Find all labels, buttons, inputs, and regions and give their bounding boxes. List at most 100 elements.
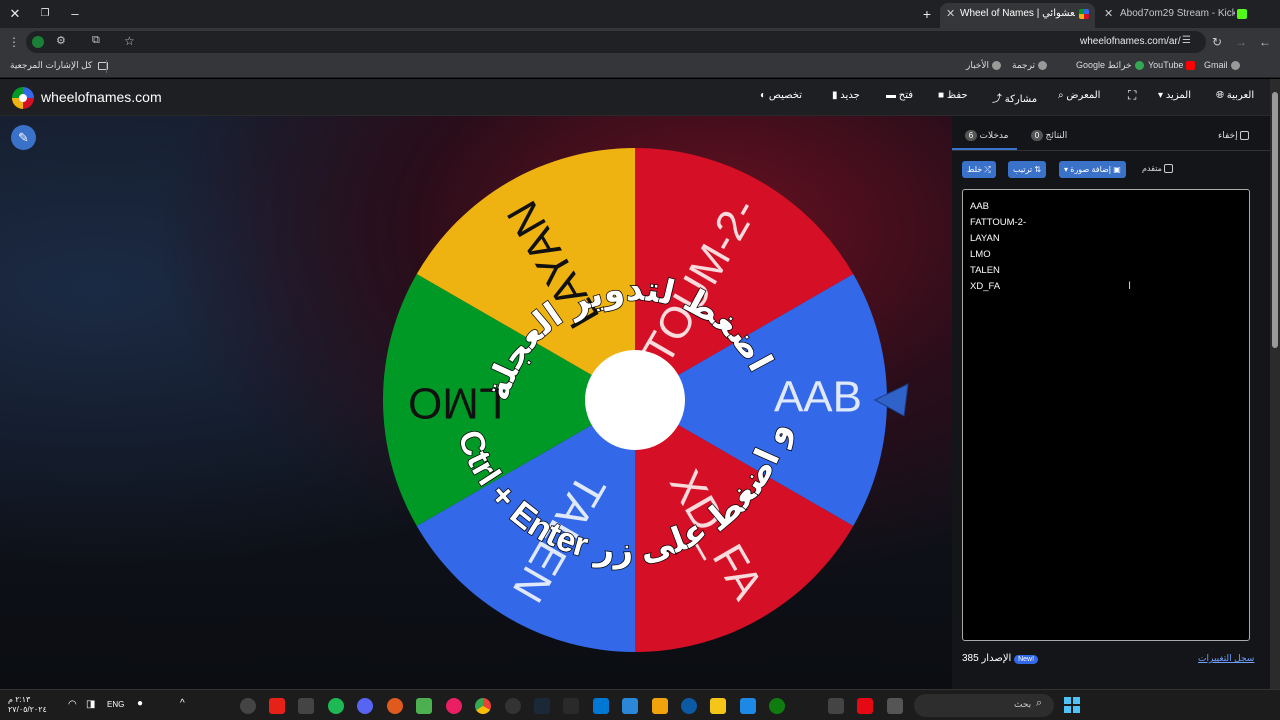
app-icon[interactable] — [740, 698, 756, 714]
share-label: مشاركة — [1004, 94, 1038, 105]
shuffle-button[interactable]: خلط ⤮ — [962, 161, 996, 178]
app-icon[interactable] — [387, 698, 403, 714]
tab-kick-stream[interactable]: ✕ Abod7om29 Stream - Kick Das — [1098, 3, 1253, 28]
browser-title-bar: ✕ ❐ – + ✕ Wheel of Names | مُسم العشوائي… — [0, 0, 1280, 28]
address-bar[interactable]: ⚙ ⧉ ☆ wheelofnames.com/ar/ ☰ — [26, 31, 1206, 53]
windows-taskbar: ٢:١٣ م ٢٧/٠٥/٢٠٢٤ ◠ ◨ ENG ● ^ بحث ⌕ — [0, 689, 1280, 720]
customize-button[interactable]: ◐ تخصيص — [760, 90, 802, 101]
bookmark-google-maps[interactable]: Google خرائط — [1076, 60, 1147, 71]
bookmark-star-icon[interactable]: ☆ — [124, 34, 135, 48]
app-icon[interactable] — [652, 698, 668, 714]
store-icon[interactable] — [622, 698, 638, 714]
wheel-canvas[interactable]: AABXD_FATALENLMOLAYANFATTOUM-2- اضغط لتد… — [0, 116, 952, 689]
wifi-icon[interactable]: ◠ — [68, 699, 77, 710]
steam-icon[interactable] — [534, 698, 550, 714]
entry-line: LMO — [970, 249, 991, 260]
open-button[interactable]: ▬ فتح — [886, 90, 913, 101]
save-button[interactable]: ■ حفظ — [938, 90, 968, 101]
bookmark-news[interactable]: الأخبار — [966, 60, 1004, 71]
caret-down-icon: ▾ — [1064, 165, 1069, 174]
new-button[interactable]: ▮ جديد — [832, 90, 860, 101]
hide-checkbox[interactable] — [1240, 131, 1250, 141]
reload-icon[interactable]: ↻ — [1207, 32, 1227, 52]
gallery-label: المعرض — [1066, 90, 1101, 101]
logo-wheel-icon[interactable] — [12, 87, 34, 109]
advanced-checkbox[interactable] — [1164, 164, 1174, 174]
app-icon[interactable] — [240, 698, 256, 714]
fullscreen-icon[interactable]: ⛶ — [1128, 88, 1136, 103]
entries-textarea[interactable]: AAB FATTOUM-2- LAYAN LMO TALEN XD_FA I — [962, 189, 1250, 641]
language-menu[interactable]: 🌐︎ العربية — [1216, 90, 1254, 101]
microphone-icon[interactable]: ● — [137, 698, 143, 709]
site-logo-text[interactable]: wheelofnames.com — [41, 89, 162, 105]
site-settings-icon[interactable]: ☰ — [1182, 35, 1191, 46]
app-icon[interactable] — [887, 698, 903, 714]
mail-icon[interactable] — [593, 698, 609, 714]
chevron-up-icon[interactable]: ^ — [180, 698, 185, 709]
new-badge: New! — [1014, 655, 1039, 664]
close-tab-icon[interactable]: ✕ — [1104, 3, 1113, 25]
minimize-window-icon[interactable]: – — [64, 4, 86, 24]
advanced-label: متقدم — [1142, 164, 1162, 173]
version-number: 385 — [962, 653, 979, 664]
version-info: 385 الإصدار New! — [962, 653, 1039, 664]
bookmark-youtube[interactable]: YouTube — [1148, 60, 1198, 71]
clock[interactable]: ٢:١٣ م ٢٧/٠٥/٢٠٢٤ — [8, 695, 47, 715]
share-page-icon[interactable]: ⧉ — [92, 34, 100, 47]
sort-button[interactable]: ترتيب ⇅ — [1008, 161, 1047, 178]
tab-wheel-of-names[interactable]: ✕ Wheel of Names | مُسم العشوائي — [940, 3, 1095, 28]
minecraft-icon[interactable] — [416, 698, 432, 714]
more-menu[interactable]: ▾ المزيد — [1158, 90, 1191, 101]
entries-panel: إخفاء 0 النتائج 6 مدخلات خلط ⤮ ترتيب ⇅ ▾… — [952, 116, 1270, 689]
scrollbar-thumb[interactable] — [1272, 92, 1278, 348]
bookmark-gmail[interactable]: Gmail — [1204, 60, 1243, 71]
gallery-button[interactable]: ⌕ المعرض — [1058, 90, 1100, 101]
sort-label: ترتيب — [1013, 165, 1033, 174]
edge-icon[interactable] — [681, 698, 697, 714]
forward-icon[interactable]: → — [1231, 32, 1251, 52]
close-window-icon[interactable]: ✕ — [4, 4, 26, 24]
menu-dots-icon[interactable]: ⋮ — [4, 32, 24, 52]
wheel-center[interactable] — [585, 350, 685, 450]
extension-icon[interactable] — [32, 36, 44, 48]
speaker-icon[interactable]: ◨ — [86, 699, 95, 710]
xbox-icon[interactable] — [769, 698, 785, 714]
app-icon[interactable] — [298, 698, 314, 714]
shuffle-label: خلط — [967, 165, 983, 174]
epic-games-icon[interactable] — [563, 698, 579, 714]
hide-toggle[interactable]: إخفاء — [1218, 130, 1250, 141]
advanced-toggle[interactable]: متقدم — [1142, 164, 1174, 174]
all-bookmarks-folder[interactable]: كل الإشارات المرجعية — [10, 60, 108, 71]
input-language[interactable]: ENG — [107, 700, 124, 709]
chrome-icon[interactable] — [475, 698, 491, 714]
app-icon[interactable] — [446, 698, 462, 714]
discord-icon[interactable] — [357, 698, 373, 714]
search-icon: ⌕ — [1036, 697, 1043, 709]
add-image-button[interactable]: ▾ إضافة صورة ▣ — [1059, 161, 1126, 178]
browser-toolbar: ⋮ ⚙ ⧉ ☆ wheelofnames.com/ar/ ☰ ↻ → ← — [0, 28, 1280, 56]
site-header: wheelofnames.com 🌐︎ العربية ▾ المزيد ⛶ ⌕… — [0, 79, 1270, 116]
netflix-icon[interactable] — [857, 698, 873, 714]
clock-date: ٢٧/٠٥/٢٠٢٤ — [8, 705, 47, 714]
back-icon[interactable]: ← — [1255, 32, 1275, 52]
share-button[interactable]: ⤴ مشاركة — [992, 90, 1037, 105]
bookmark-translate[interactable]: ترجمة — [1012, 60, 1050, 71]
palette-icon: ◐ — [760, 90, 767, 101]
close-tab-icon[interactable]: ✕ — [946, 3, 955, 25]
spotify-icon[interactable] — [328, 698, 344, 714]
version-label: الإصدار — [981, 653, 1012, 664]
kick-favicon-icon — [1237, 9, 1247, 19]
youtube-icon[interactable] — [269, 698, 285, 714]
customize-icon[interactable]: ⚙ — [56, 34, 66, 47]
windows-start-icon[interactable] — [1064, 697, 1080, 713]
changelog-link[interactable]: سجل التغييرات — [1198, 653, 1254, 664]
taskbar-search[interactable]: بحث ⌕ — [914, 694, 1054, 717]
file-explorer-icon[interactable] — [710, 698, 726, 714]
app-icon[interactable] — [505, 698, 521, 714]
tab-results[interactable]: 0 النتائج — [1028, 130, 1067, 141]
tab-entries[interactable]: 6 مدخلات — [962, 130, 1008, 141]
new-tab-button[interactable]: + — [916, 4, 938, 24]
app-icon[interactable] — [828, 698, 844, 714]
maximize-window-icon[interactable]: ❐ — [34, 4, 56, 24]
tab-title: Abod7om29 Stream - Kick Das — [1120, 8, 1235, 19]
